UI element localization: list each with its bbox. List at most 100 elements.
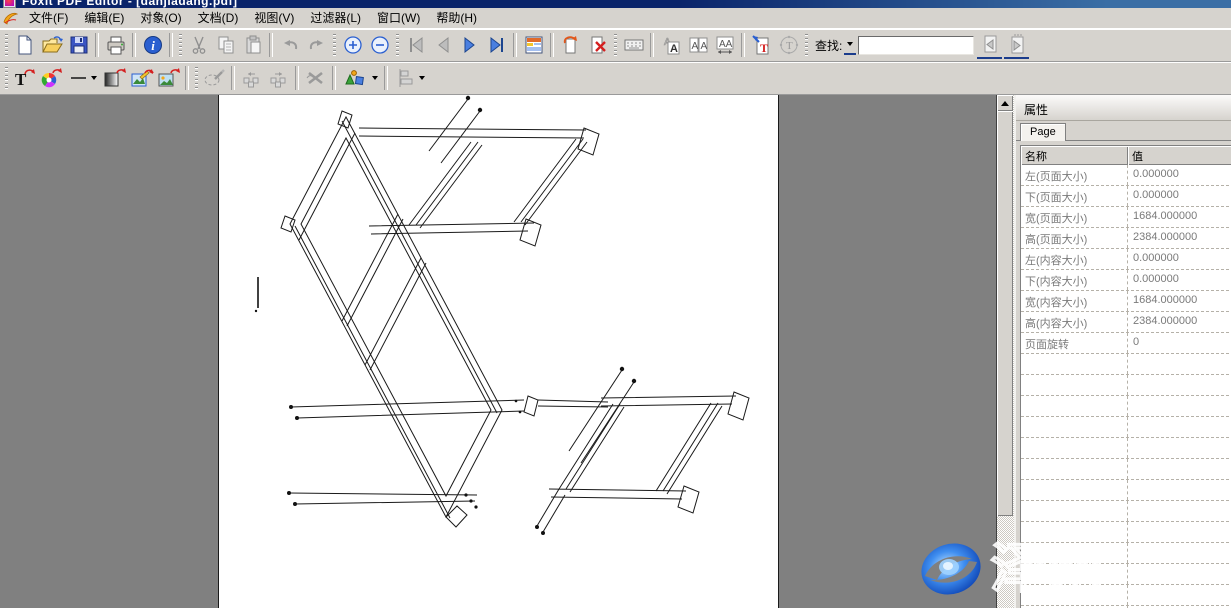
property-value[interactable]: 2384.000000 bbox=[1128, 228, 1231, 248]
tab-page[interactable]: Page bbox=[1020, 123, 1066, 141]
toolbar-drag-handle[interactable] bbox=[179, 34, 182, 57]
vertical-scrollbar[interactable] bbox=[996, 95, 1014, 608]
delete-object-button[interactable] bbox=[303, 66, 328, 91]
first-page-button[interactable] bbox=[403, 33, 428, 58]
menu-item[interactable]: 过滤器(L) bbox=[302, 9, 369, 27]
property-value[interactable] bbox=[1128, 480, 1231, 500]
property-value[interactable]: 0.000000 bbox=[1128, 249, 1231, 269]
find-dropdown-button[interactable] bbox=[844, 35, 856, 55]
property-value[interactable]: 0.000000 bbox=[1128, 270, 1231, 290]
object-styles-button[interactable] bbox=[340, 66, 380, 91]
table-row[interactable]: 页面旋转 0 bbox=[1021, 333, 1231, 354]
virtual-keyboard-button[interactable] bbox=[621, 33, 646, 58]
zoom-out-button[interactable] bbox=[367, 33, 392, 58]
toolbar-drag-handle[interactable] bbox=[5, 67, 8, 90]
property-value[interactable] bbox=[1128, 459, 1231, 479]
property-value[interactable]: 0.000000 bbox=[1128, 186, 1231, 206]
rotate-object-right-button[interactable] bbox=[266, 66, 291, 91]
toolbar-drag-handle[interactable] bbox=[5, 34, 8, 57]
table-row[interactable]: 高(内容大小) 2384.000000 bbox=[1021, 312, 1231, 333]
insert-line-button[interactable] bbox=[66, 66, 100, 91]
draw-shape-button[interactable] bbox=[202, 66, 227, 91]
column-header-name[interactable]: 名称 bbox=[1021, 146, 1128, 165]
table-row[interactable] bbox=[1021, 438, 1231, 459]
table-row[interactable] bbox=[1021, 396, 1231, 417]
property-value[interactable] bbox=[1128, 585, 1231, 605]
menu-item[interactable]: 对象(O) bbox=[132, 9, 189, 27]
table-row[interactable]: 左(内容大小) 0.000000 bbox=[1021, 249, 1231, 270]
table-row[interactable]: 高(页面大小) 2384.000000 bbox=[1021, 228, 1231, 249]
menu-item[interactable]: 帮助(H) bbox=[428, 9, 485, 27]
compare-fonts-button[interactable]: AA bbox=[685, 33, 710, 58]
property-value[interactable] bbox=[1128, 354, 1231, 374]
insert-rectangle-button[interactable] bbox=[102, 66, 127, 91]
find-input[interactable] bbox=[858, 36, 974, 55]
insert-image-button[interactable] bbox=[156, 66, 181, 91]
table-row[interactable]: 宽(页面大小) 1684.000000 bbox=[1021, 207, 1231, 228]
table-row[interactable]: 左(页面大小) 0.000000 bbox=[1021, 165, 1231, 186]
menu-item[interactable]: 窗口(W) bbox=[369, 9, 428, 27]
table-row[interactable] bbox=[1021, 354, 1231, 375]
save-file-button[interactable] bbox=[66, 33, 91, 58]
table-row[interactable] bbox=[1021, 522, 1231, 543]
print-button[interactable] bbox=[103, 33, 128, 58]
paste-button[interactable] bbox=[240, 33, 265, 58]
property-value[interactable] bbox=[1128, 375, 1231, 395]
table-row[interactable] bbox=[1021, 501, 1231, 522]
scroll-up-button[interactable] bbox=[997, 95, 1013, 111]
next-page-button[interactable] bbox=[457, 33, 482, 58]
property-value[interactable] bbox=[1128, 522, 1231, 542]
document-canvas[interactable] bbox=[0, 95, 996, 608]
property-value[interactable] bbox=[1128, 438, 1231, 458]
text-orientation-button[interactable]: T bbox=[776, 33, 801, 58]
insert-text-object-button[interactable]: T bbox=[12, 66, 37, 91]
property-value[interactable]: 0 bbox=[1128, 333, 1231, 353]
insert-text-button[interactable]: T bbox=[749, 33, 774, 58]
table-row[interactable] bbox=[1021, 459, 1231, 480]
copy-button[interactable] bbox=[213, 33, 238, 58]
column-header-value[interactable]: 值 bbox=[1128, 146, 1231, 165]
page-thumbnails-button[interactable] bbox=[521, 33, 546, 58]
menu-item[interactable]: 文件(F) bbox=[21, 9, 76, 27]
toolbar-drag-handle[interactable] bbox=[614, 34, 617, 57]
property-value[interactable] bbox=[1128, 417, 1231, 437]
zoom-in-button[interactable] bbox=[340, 33, 365, 58]
cut-button[interactable] bbox=[186, 33, 211, 58]
toolbar-drag-handle[interactable] bbox=[195, 67, 198, 90]
scrollbar-thumb[interactable] bbox=[997, 111, 1013, 516]
table-row[interactable] bbox=[1021, 564, 1231, 585]
table-row[interactable]: 下(页面大小) 0.000000 bbox=[1021, 186, 1231, 207]
property-value[interactable] bbox=[1128, 564, 1231, 584]
menu-item[interactable]: 文档(D) bbox=[190, 9, 247, 27]
table-row[interactable] bbox=[1021, 375, 1231, 396]
letter-spacing-button[interactable]: AA bbox=[712, 33, 737, 58]
edit-image-button[interactable] bbox=[129, 66, 154, 91]
last-page-button[interactable] bbox=[484, 33, 509, 58]
property-value[interactable] bbox=[1128, 543, 1231, 563]
property-value[interactable]: 2384.000000 bbox=[1128, 312, 1231, 332]
redo-button[interactable] bbox=[304, 33, 329, 58]
table-row[interactable] bbox=[1021, 480, 1231, 501]
find-next-button[interactable] bbox=[1004, 32, 1029, 59]
menu-item[interactable]: 编辑(E) bbox=[76, 9, 132, 27]
toolbar-drag-handle[interactable] bbox=[396, 34, 399, 57]
toolbar-drag-handle[interactable] bbox=[333, 34, 336, 57]
rotate-page-button[interactable] bbox=[558, 33, 583, 58]
property-value[interactable]: 1684.000000 bbox=[1128, 207, 1231, 227]
document-info-button[interactable]: i bbox=[140, 33, 165, 58]
property-value[interactable] bbox=[1128, 501, 1231, 521]
table-row[interactable] bbox=[1021, 585, 1231, 606]
previous-page-button[interactable] bbox=[430, 33, 455, 58]
property-value[interactable] bbox=[1128, 396, 1231, 416]
insert-shading-object-button[interactable] bbox=[39, 66, 64, 91]
replace-font-button[interactable]: AA bbox=[658, 33, 683, 58]
find-previous-button[interactable] bbox=[977, 32, 1002, 59]
rotate-object-left-button[interactable] bbox=[239, 66, 264, 91]
pdf-page[interactable] bbox=[218, 95, 779, 608]
table-row[interactable] bbox=[1021, 417, 1231, 438]
undo-button[interactable] bbox=[277, 33, 302, 58]
table-row[interactable] bbox=[1021, 543, 1231, 564]
align-objects-button[interactable] bbox=[392, 66, 428, 91]
open-file-button[interactable] bbox=[39, 33, 64, 58]
delete-page-button[interactable] bbox=[585, 33, 610, 58]
